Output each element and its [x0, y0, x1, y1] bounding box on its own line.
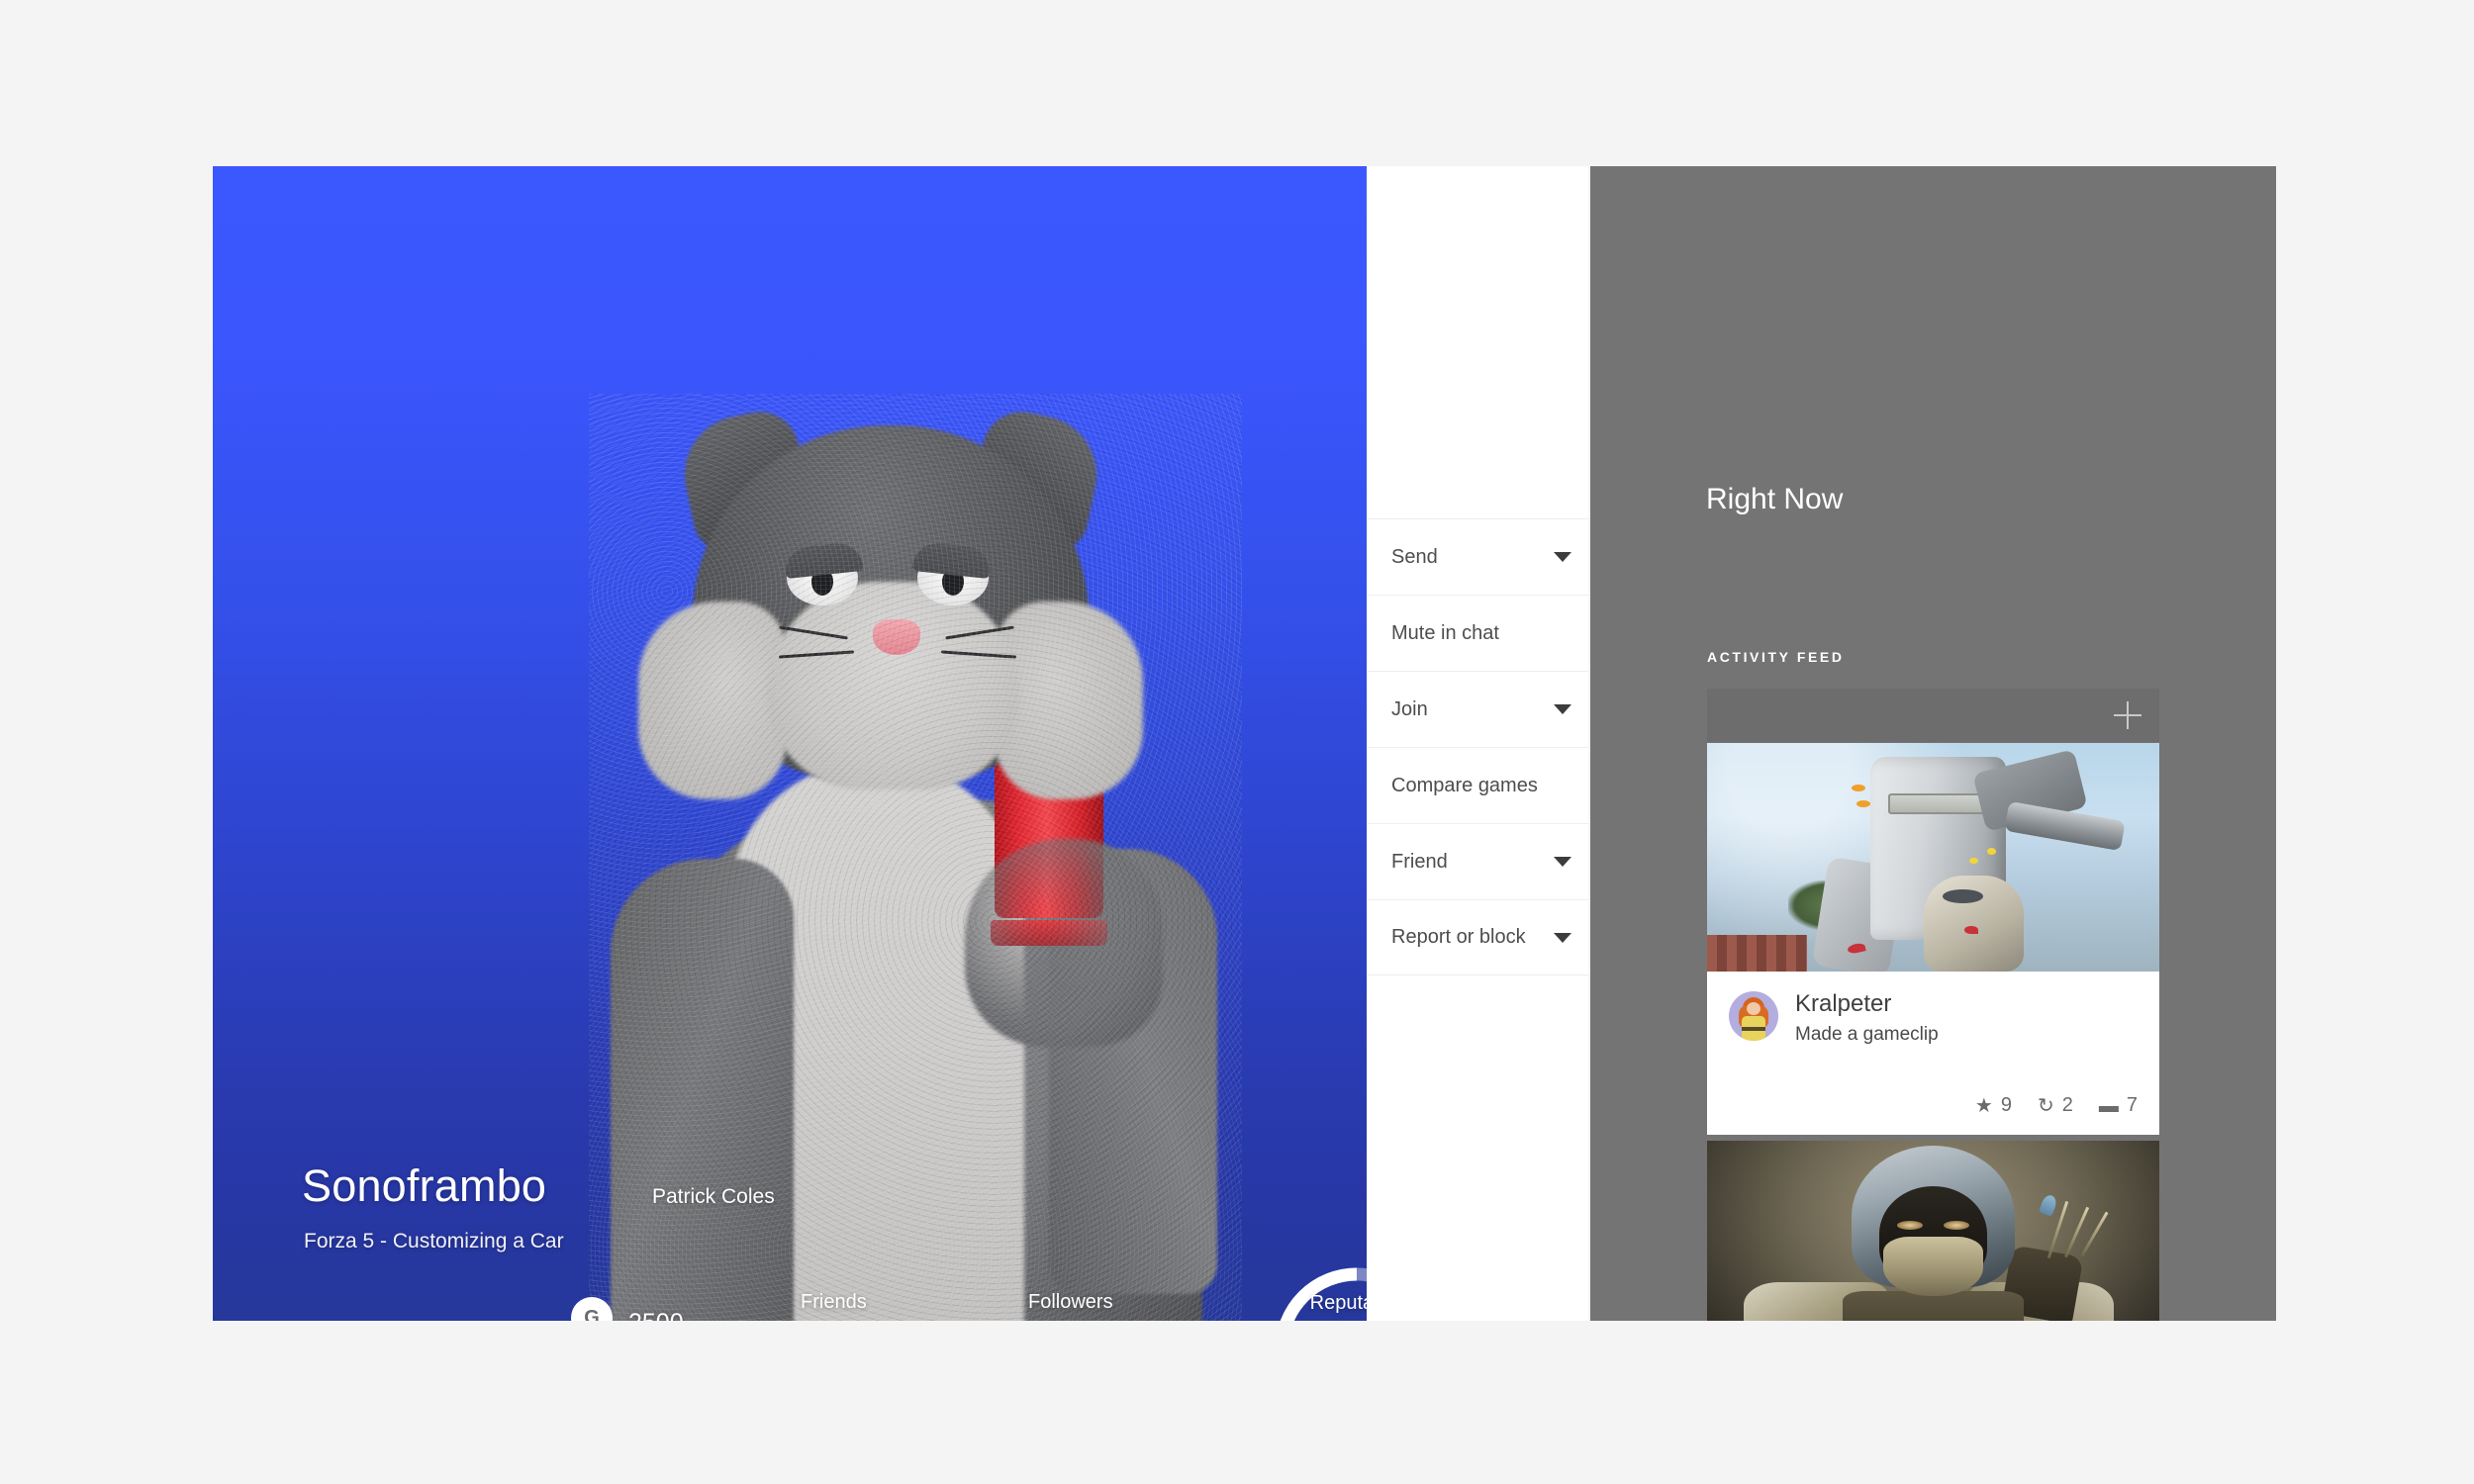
- activity-action-text: Made a gameclip: [1795, 1023, 1939, 1045]
- chevron-down-icon: [1554, 552, 1571, 562]
- menu-item-join-label: Join: [1391, 697, 1428, 720]
- menu-item-report-or-block[interactable]: Report or block: [1368, 899, 1588, 975]
- avatar[interactable]: [1729, 991, 1778, 1041]
- reputation-status: Good: [1293, 1320, 1367, 1321]
- gamerscore-value: 2500: [628, 1309, 684, 1321]
- stat-friends[interactable]: Friends 200: [801, 1291, 867, 1321]
- menu-item-join[interactable]: Join: [1368, 671, 1588, 747]
- right-now-panel: Right Now ACTIVITY FEED Kralpeter Made a…: [1590, 166, 2276, 1321]
- share-count: 2: [2061, 1094, 2073, 1116]
- chevron-down-icon: [1554, 857, 1571, 867]
- activity-card-image-titanfall[interactable]: [1707, 743, 2159, 972]
- activity-stats: ★ 9 ↻ 2 ▬ 7: [1975, 1094, 2138, 1117]
- comment-icon: ▬: [2098, 1094, 2119, 1117]
- page-title: Sonoframbo: [302, 1160, 547, 1211]
- star-stat[interactable]: ★ 9: [1975, 1094, 2012, 1117]
- action-menu-list: Send Mute in chat Join Compare games Fri…: [1368, 518, 1588, 975]
- menu-item-friend-label: Friend: [1391, 850, 1448, 873]
- menu-item-send[interactable]: Send: [1368, 518, 1588, 595]
- reputation-label: Reputation: [1309, 1292, 1367, 1314]
- activity-user-name[interactable]: Kralpeter: [1795, 990, 1939, 1018]
- stat-followers[interactable]: Followers 50: [1028, 1291, 1113, 1321]
- list-item[interactable]: Kralpeter Made a gameclip ★ 9 ↻ 2 ▬ 7: [1707, 743, 2159, 1135]
- activity-feed-add-bar[interactable]: [1707, 689, 2159, 742]
- stat-friends-label: Friends: [801, 1291, 867, 1313]
- menu-item-compare-games[interactable]: Compare games: [1368, 747, 1588, 823]
- presence-status: Forza 5 - Customizing a Car: [304, 1230, 564, 1252]
- menu-item-report-or-block-label: Report or block: [1391, 926, 1526, 948]
- comment-stat[interactable]: ▬ 7: [2099, 1094, 2138, 1117]
- plus-icon[interactable]: [2114, 701, 2141, 729]
- stat-friends-value: 200: [801, 1320, 867, 1321]
- menu-item-mute-in-chat[interactable]: Mute in chat: [1368, 595, 1588, 671]
- comment-count: 7: [2126, 1094, 2138, 1116]
- action-menu-panel: Send Mute in chat Join Compare games Fri…: [1368, 166, 1588, 1321]
- list-item[interactable]: juanjudgyuu Unlock Titanfall achievement…: [1707, 1141, 2159, 1321]
- menu-item-friend[interactable]: Friend: [1368, 823, 1588, 899]
- gamerscore-badge: G: [571, 1297, 613, 1321]
- chevron-down-icon: [1554, 704, 1571, 714]
- star-icon: ★: [1974, 1094, 1993, 1117]
- star-count: 9: [2000, 1094, 2012, 1116]
- menu-item-send-label: Send: [1391, 545, 1438, 568]
- real-name: Patrick Coles: [652, 1185, 775, 1208]
- share-icon: ↻: [2037, 1094, 2054, 1117]
- menu-item-compare-games-label: Compare games: [1391, 774, 1538, 796]
- profile-panel: Sonoframbo Patrick Coles Forza 5 - Custo…: [213, 166, 1367, 1321]
- stat-followers-value: 50: [1028, 1320, 1113, 1321]
- stat-followers-label: Followers: [1028, 1291, 1113, 1313]
- chevron-down-icon: [1554, 932, 1571, 943]
- menu-item-mute-in-chat-label: Mute in chat: [1391, 621, 1499, 644]
- right-now-title: Right Now: [1706, 483, 1844, 515]
- screen: Sonoframbo Patrick Coles Forza 5 - Custo…: [0, 0, 2474, 1484]
- activity-card-image-eso[interactable]: [1707, 1141, 2159, 1321]
- share-stat[interactable]: ↻ 2: [2038, 1094, 2073, 1117]
- activity-feed-label: ACTIVITY FEED: [1707, 649, 1845, 665]
